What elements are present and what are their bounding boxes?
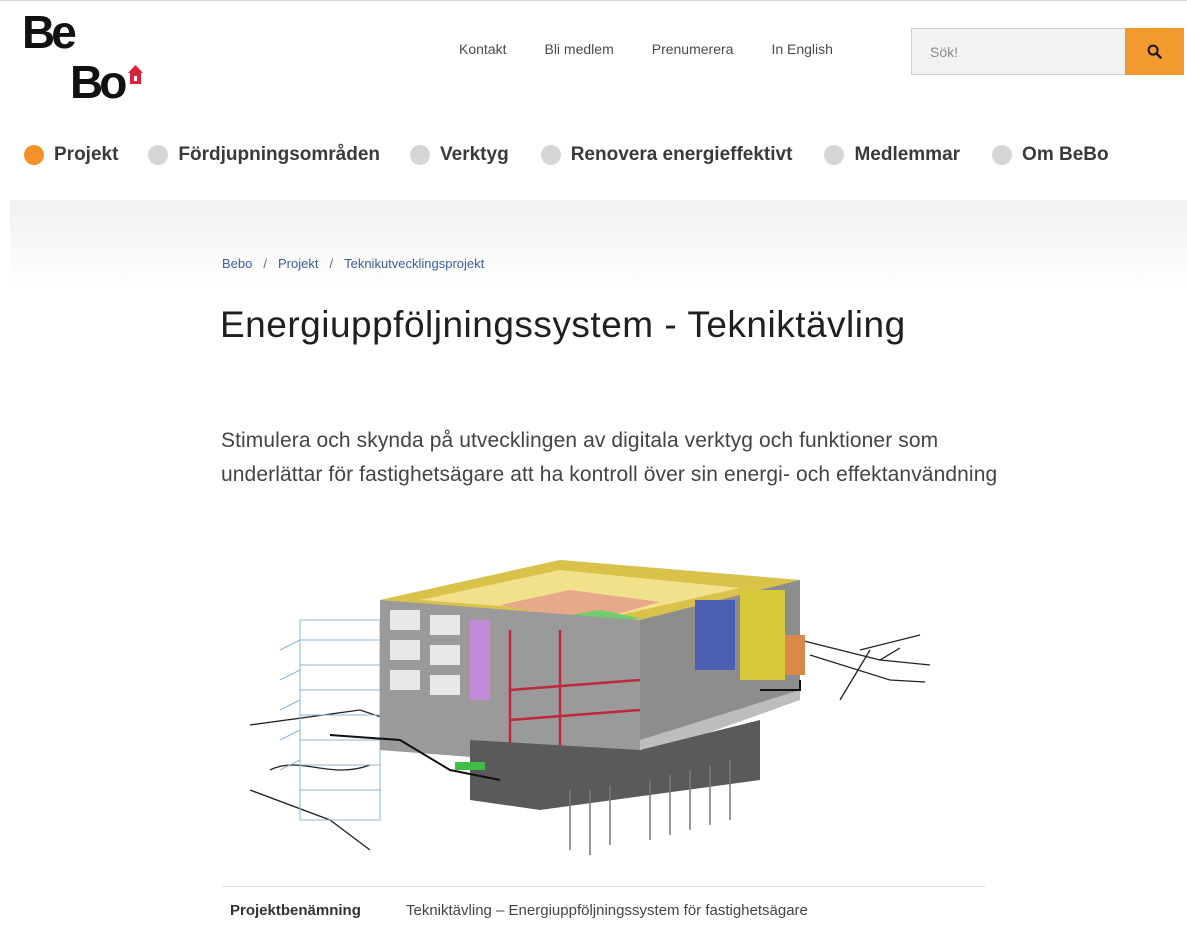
nav-item-medlemmar[interactable]: Medlemmar	[824, 144, 960, 166]
nav-item-projekt[interactable]: Projekt	[24, 144, 118, 166]
building-model-image	[240, 540, 940, 860]
breadcrumb-bebo[interactable]: Bebo	[222, 256, 252, 271]
breadcrumb-projekt[interactable]: Projekt	[278, 256, 318, 271]
nav-dot-icon	[992, 145, 1013, 165]
nav-item-om-bebo[interactable]: Om BeBo	[992, 144, 1109, 166]
nav-item-label: Medlemmar	[854, 144, 961, 165]
top-border	[0, 0, 1187, 4]
nav-item-label: Verktyg	[440, 144, 509, 165]
page-lead: Stimulera och skynda på utvecklingen av …	[221, 429, 998, 486]
nav-item-label: Renovera energieffektivt	[570, 144, 793, 165]
util-link-in-english[interactable]: In English	[771, 41, 832, 61]
breadcrumb-separator: /	[263, 256, 267, 271]
nav-item-verktyg[interactable]: Verktyg	[410, 144, 509, 166]
util-link-bli-medlem[interactable]: Bli medlem	[544, 41, 613, 61]
bebo-logo-icon: Be Bo	[22, 10, 143, 102]
nav-item-renovera-energieffektivt[interactable]: Renovera energieffektivt	[540, 144, 793, 166]
nav-dot-icon	[24, 145, 44, 165]
svg-text:Bo: Bo	[70, 56, 126, 102]
search-icon	[1147, 44, 1162, 59]
nav-dot-icon	[410, 145, 431, 165]
breadcrumb-teknikutvecklingsprojekt[interactable]: Teknikutvecklingsprojekt	[344, 256, 484, 271]
main-nav: Projekt Fördjupningsområden Verktyg Reno…	[24, 142, 1109, 168]
breadcrumb-separator: /	[329, 256, 334, 271]
bebo-logo[interactable]: Be Bo	[22, 10, 144, 102]
nav-dot-icon	[824, 145, 845, 165]
nav-item-fordjupningsomraden[interactable]: Fördjupningsområden	[148, 144, 380, 166]
util-link-kontakt[interactable]: Kontakt	[459, 41, 506, 61]
nav-item-label: Fördjupningsområden	[178, 144, 381, 165]
search-bar	[911, 28, 1184, 75]
building-model-illustration	[249, 560, 931, 855]
breadcrumb: Bebo / Projekt / Teknikutvecklingsprojek…	[222, 256, 484, 271]
search-input[interactable]	[911, 28, 1125, 75]
search-button[interactable]	[1125, 28, 1184, 75]
utility-nav: Kontakt Bli medlem Prenumerera In Englis…	[459, 41, 833, 61]
nav-item-label: Projekt	[54, 144, 119, 165]
nav-item-label: Om BeBo	[1022, 144, 1109, 165]
project-info-label: Projektbenämning	[230, 902, 361, 919]
page-title: Energiuppföljningssystem - Tekniktävling	[220, 304, 906, 345]
util-link-prenumerera[interactable]: Prenumerera	[652, 41, 734, 61]
project-info-value: Tekniktävling – Energiuppföljningssystem…	[406, 902, 808, 919]
svg-text:Be: Be	[22, 10, 76, 58]
nav-dot-icon	[540, 145, 561, 165]
project-info-row: Projektbenämning Tekniktävling – Energiu…	[230, 902, 808, 919]
nav-dot-icon	[148, 145, 169, 165]
project-info-divider	[222, 886, 985, 887]
header-band	[10, 200, 1187, 290]
